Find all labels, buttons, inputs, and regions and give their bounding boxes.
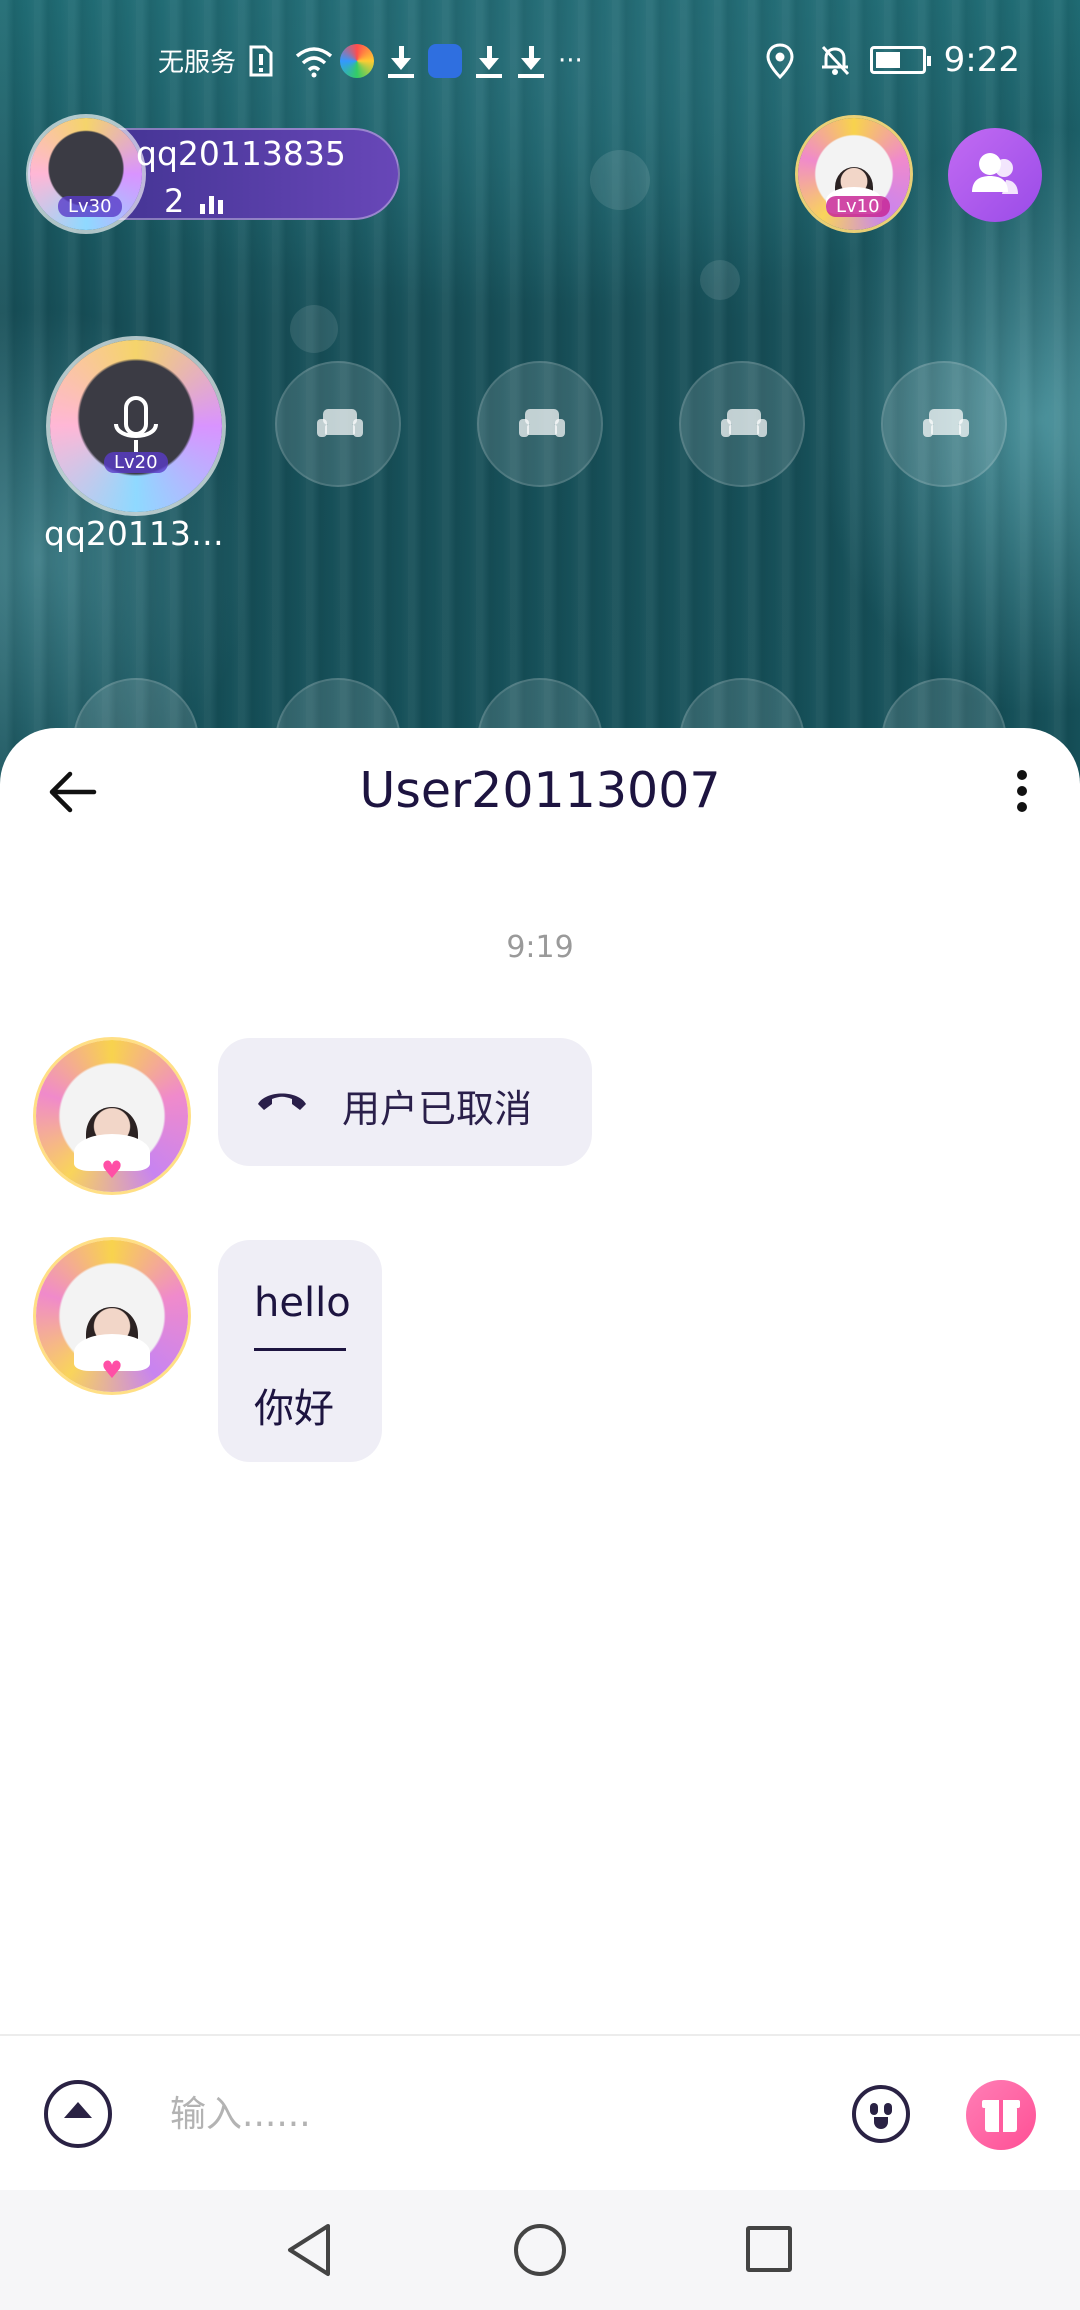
sender-avatar[interactable]: ♥ — [36, 1240, 188, 1392]
translated-message-bubble[interactable]: hello 你好 — [218, 1240, 382, 1462]
empty-mic-seat[interactable] — [881, 361, 1007, 487]
browser-app-icon — [340, 43, 375, 78]
sofa-icon — [317, 409, 363, 437]
more-options-button[interactable] — [1008, 764, 1036, 818]
carrier-label: 无服务 — [158, 48, 237, 78]
phone-hangup-icon — [258, 1093, 306, 1110]
emoji-icon[interactable] — [852, 2085, 910, 2143]
location-icon — [766, 43, 800, 80]
bokeh-light — [700, 260, 740, 300]
status-left: 无服务 ··· — [158, 42, 583, 79]
microphone-icon — [114, 396, 158, 452]
download-icon — [386, 44, 416, 78]
chat-title: User20113007 — [359, 762, 721, 819]
status-right: 9:22 — [766, 40, 1020, 80]
mic-seat-occupied[interactable] — [50, 340, 222, 512]
status-bar: 无服务 ··· 9:22 — [0, 0, 1080, 124]
message-original-text: hello — [254, 1280, 351, 1326]
battery-icon — [869, 46, 931, 74]
bell-off-icon — [818, 43, 852, 77]
app-notification-icon — [428, 43, 463, 78]
call-status-text: 用户已取消 — [342, 1087, 533, 1131]
input-divider — [0, 2034, 1080, 2036]
download-icon — [474, 44, 504, 78]
user-group-icon — [972, 153, 1018, 194]
host-name: qq20113835 — [136, 134, 346, 173]
message-timestamp: 9:19 — [506, 930, 574, 965]
bokeh-light — [290, 305, 338, 353]
host-level-badge: Lv30 — [58, 196, 122, 217]
message-translation-text: 你好 — [254, 1386, 334, 1432]
seat-level-badge: Lv20 — [104, 452, 168, 473]
chat-sheet — [0, 728, 1080, 2310]
nav-back-icon[interactable] — [284, 2222, 334, 2278]
gift-icon[interactable] — [966, 2080, 1036, 2150]
bokeh-light — [590, 150, 650, 210]
nav-recent-apps-icon[interactable] — [746, 2226, 792, 2272]
sim-icon — [248, 44, 282, 78]
signal-bars-icon — [200, 190, 223, 214]
sofa-icon — [519, 409, 565, 437]
heart-icon: ♥ — [101, 1156, 123, 1184]
seat-user-name: qq201138… — [44, 514, 234, 553]
sender-avatar[interactable]: ♥ — [36, 1040, 188, 1192]
sofa-icon — [721, 409, 767, 437]
sofa-icon — [923, 409, 969, 437]
host-online-count: 2 — [164, 182, 185, 220]
expand-up-icon[interactable] — [44, 2080, 112, 2148]
nav-home-icon[interactable] — [514, 2224, 566, 2276]
message-input[interactable] — [170, 2078, 810, 2150]
more-vertical-icon — [1017, 770, 1027, 780]
translation-divider — [254, 1348, 346, 1351]
room-users-button[interactable] — [948, 128, 1042, 222]
empty-mic-seat[interactable] — [275, 361, 401, 487]
clock-time: 9:22 — [943, 40, 1020, 80]
heart-icon: ♥ — [101, 1356, 123, 1384]
call-message-bubble[interactable]: 用户已取消 — [218, 1038, 592, 1166]
wifi-icon — [294, 44, 333, 78]
owner-level-badge: Lv10 — [826, 196, 890, 217]
empty-mic-seat[interactable] — [679, 361, 805, 487]
empty-mic-seat[interactable] — [477, 361, 603, 487]
more-notifications-icon: ··· — [558, 45, 583, 76]
download-icon — [516, 44, 546, 78]
